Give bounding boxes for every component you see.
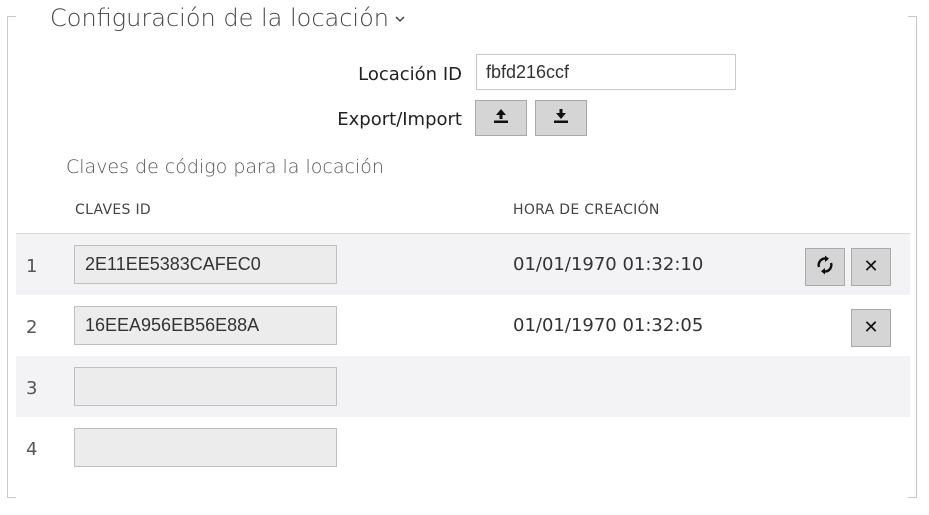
location-id-input[interactable]: fbfd216ccf xyxy=(476,54,736,90)
key-id-input[interactable]: 2E11EE5383CAFEC0 xyxy=(74,245,337,284)
frame-corner xyxy=(7,16,16,25)
frame-border-left xyxy=(7,24,8,490)
refresh-icon xyxy=(814,254,836,280)
frame-corner xyxy=(908,489,917,498)
delete-key-button[interactable]: ✕ xyxy=(851,309,891,347)
column-header-created: HORA DE CREACIÓN xyxy=(513,202,660,218)
panel-title[interactable]: Configuración de la locación xyxy=(40,4,415,32)
delete-key-button[interactable]: ✕ xyxy=(851,248,891,286)
column-header-key-id: CLAVES ID xyxy=(75,202,151,218)
key-id-input[interactable] xyxy=(74,367,337,406)
row-number: 1 xyxy=(26,256,38,277)
table-row: 2 16EEA956EB56E88A 01/01/1970 01:32:05 ✕ xyxy=(16,295,910,356)
export-button[interactable] xyxy=(475,100,527,136)
frame-border-right xyxy=(916,24,917,490)
frame-corner xyxy=(7,489,16,498)
key-id-input[interactable] xyxy=(74,428,337,467)
row-number: 4 xyxy=(26,439,38,460)
export-import-label: Export/Import xyxy=(337,109,462,130)
location-id-label: Locación ID xyxy=(358,64,462,85)
upload-icon xyxy=(491,108,511,128)
chevron-down-icon[interactable] xyxy=(395,11,405,27)
row-number: 3 xyxy=(26,378,38,399)
creation-time: 01/01/1970 01:32:05 xyxy=(513,315,704,336)
regenerate-key-button[interactable] xyxy=(805,248,845,286)
close-icon: ✕ xyxy=(863,256,879,277)
table-row: 4 xyxy=(16,417,910,478)
creation-time: 01/01/1970 01:32:10 xyxy=(513,254,704,275)
row-number: 2 xyxy=(26,317,38,338)
table-row: 1 2E11EE5383CAFEC0 01/01/1970 01:32:10 ✕ xyxy=(16,234,910,295)
download-icon xyxy=(551,108,571,128)
keys-section-title: Claves de código para la locación xyxy=(66,156,384,178)
close-icon: ✕ xyxy=(863,317,879,338)
panel-title-text: Configuración de la locación xyxy=(50,4,389,32)
import-button[interactable] xyxy=(535,100,587,136)
table-row: 3 xyxy=(16,356,910,417)
key-id-input[interactable]: 16EEA956EB56E88A xyxy=(74,306,337,345)
